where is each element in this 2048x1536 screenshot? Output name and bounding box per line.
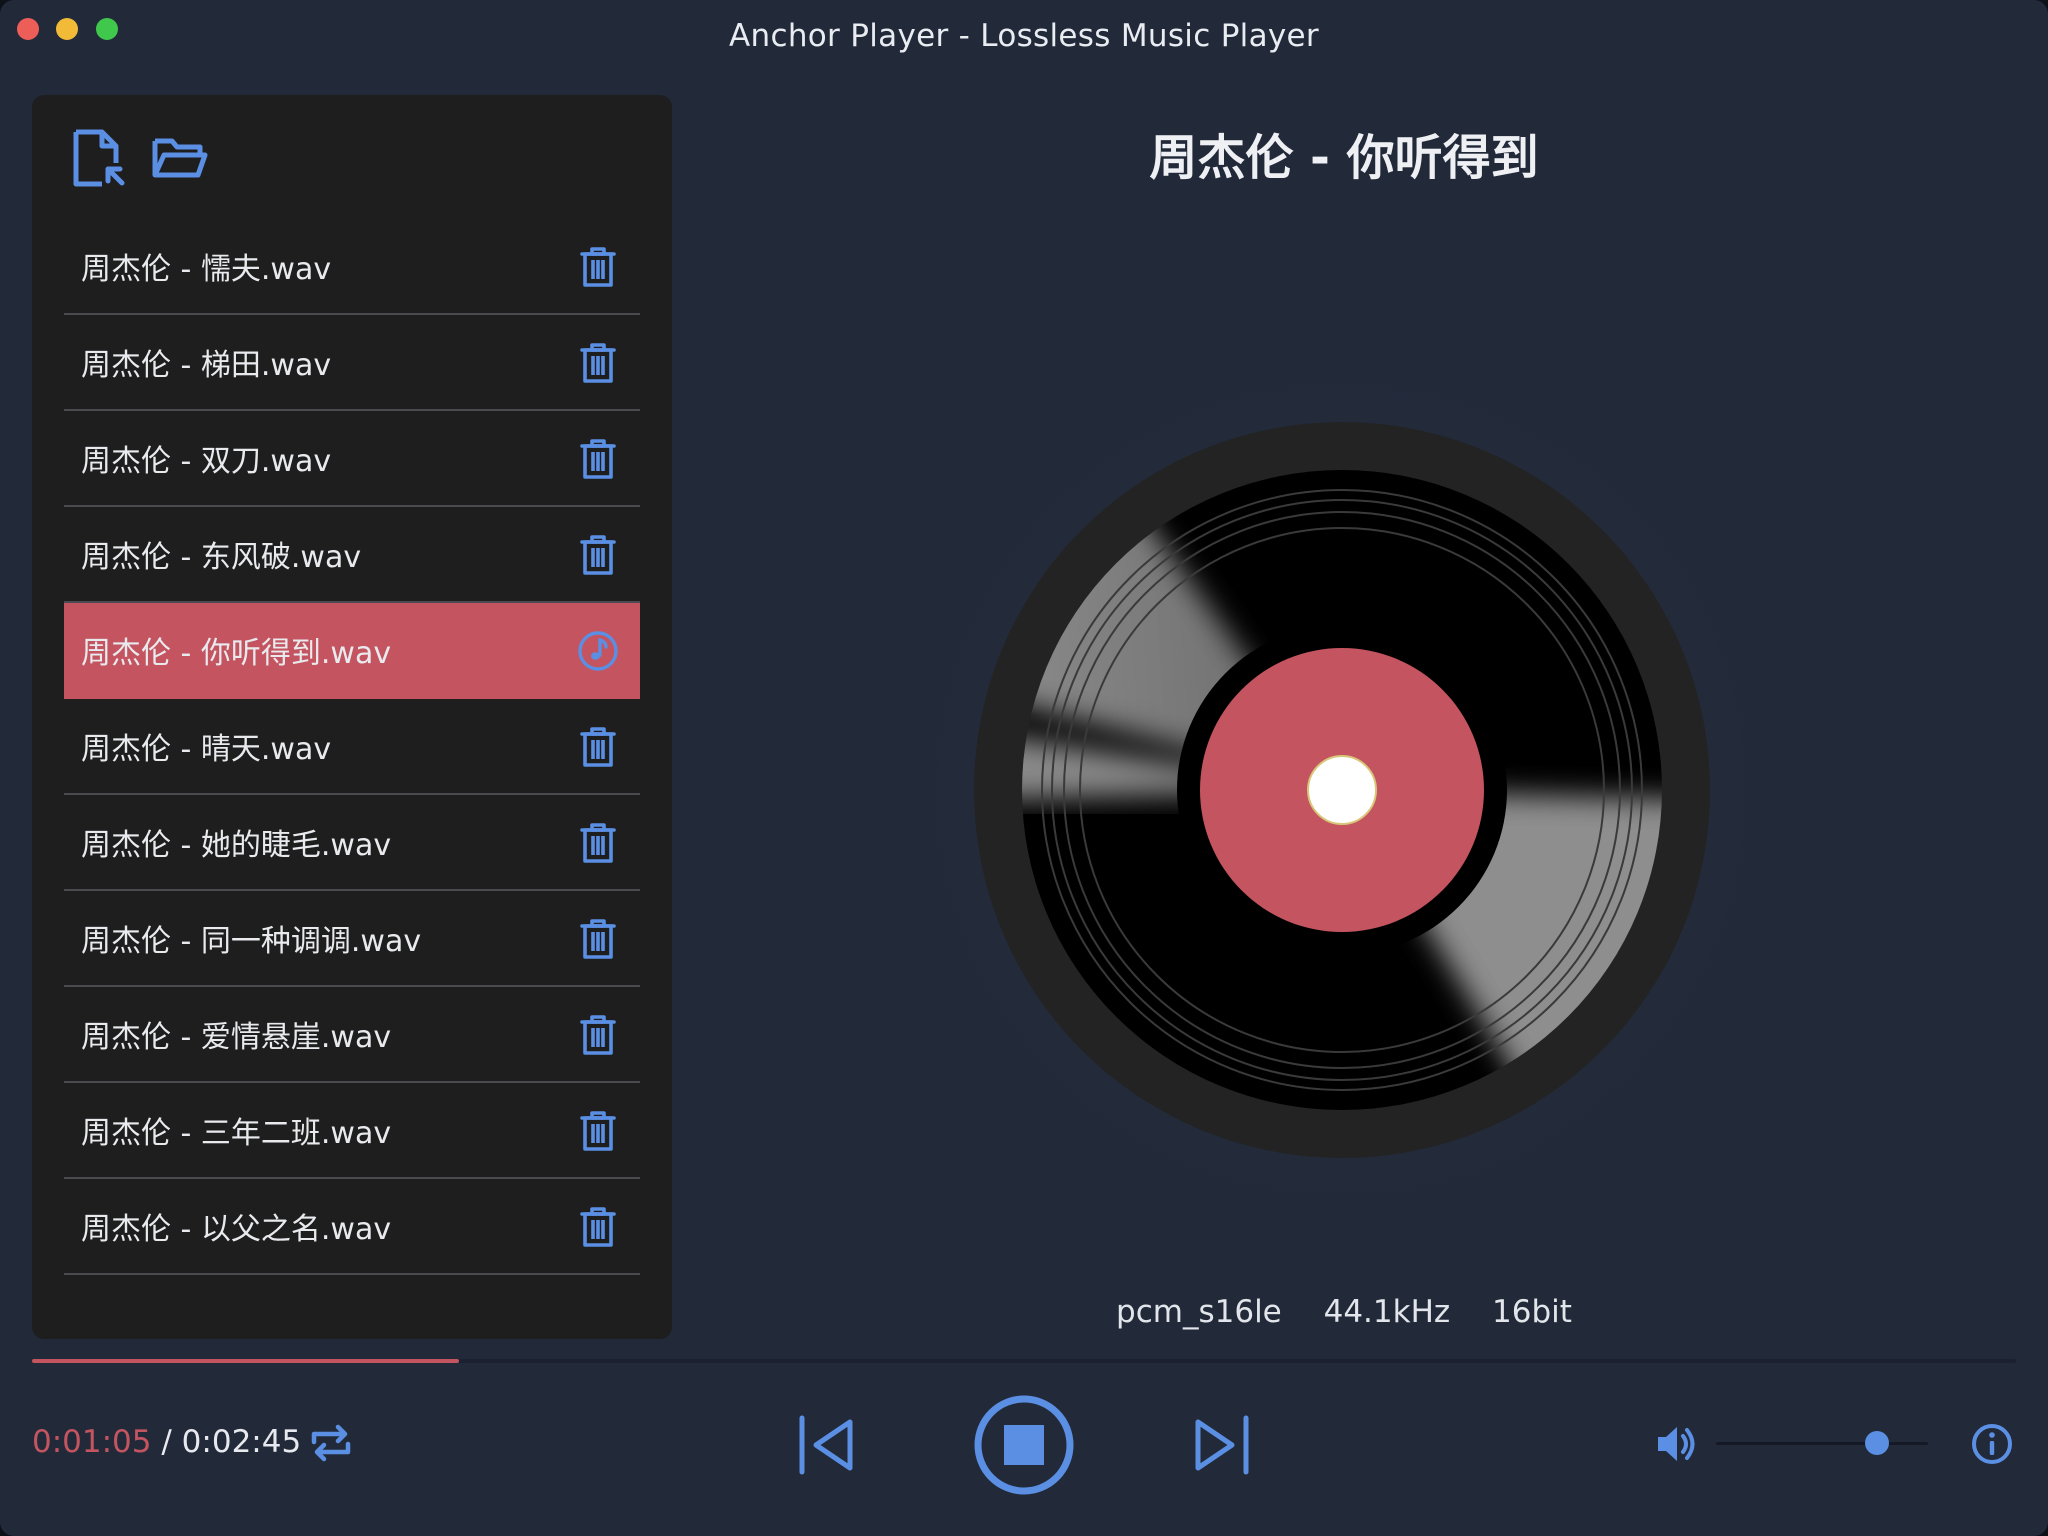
time-display: 0:01:05 / 0:02:45	[32, 1424, 301, 1460]
codec-label: pcm_s16le	[1116, 1294, 1282, 1330]
total-time: 0:02:45	[181, 1424, 302, 1460]
trash-icon[interactable]	[576, 437, 620, 481]
trash-icon[interactable]	[576, 1109, 620, 1153]
bit-depth-label: 16bit	[1492, 1294, 1572, 1330]
next-track-icon[interactable]	[1188, 1414, 1252, 1476]
app-window: Anchor Player - Lossless Music Player 周杰…	[0, 0, 2048, 1536]
playlist-item[interactable]: 周杰伦 - 双刀.wav	[64, 411, 640, 507]
volume-icon[interactable]	[1654, 1422, 1698, 1466]
playlist-item-label: 周杰伦 - 晴天.wav	[81, 732, 332, 767]
playlist-item-label: 周杰伦 - 双刀.wav	[81, 444, 332, 479]
trash-icon[interactable]	[576, 341, 620, 385]
playlist-item-label: 周杰伦 - 你听得到.wav	[81, 636, 392, 671]
playlist-item-label: 周杰伦 - 她的睫毛.wav	[81, 828, 392, 863]
playlist-item[interactable]: 周杰伦 - 三年二班.wav	[64, 1083, 640, 1179]
open-folder-icon[interactable]	[152, 129, 208, 189]
playlist-item-label: 周杰伦 - 同一种调调.wav	[81, 924, 422, 959]
stop-icon[interactable]	[973, 1394, 1075, 1496]
playlist-item-label: 周杰伦 - 梯田.wav	[81, 348, 332, 383]
progress-bar[interactable]	[32, 1359, 2016, 1363]
playlist-item[interactable]: 周杰伦 - 东风破.wav	[64, 507, 640, 603]
playlist-item[interactable]: 周杰伦 - 梯田.wav	[64, 315, 640, 411]
volume-slider-thumb[interactable]	[1865, 1431, 1890, 1455]
current-time: 0:01:05	[32, 1424, 152, 1460]
playlist-item-label: 周杰伦 - 东风破.wav	[81, 540, 362, 575]
playlist-item[interactable]: 周杰伦 - 同一种调调.wav	[64, 891, 640, 987]
sample-rate-label: 44.1kHz	[1323, 1294, 1451, 1330]
playlist-item[interactable]: 周杰伦 - 她的睫毛.wav	[64, 795, 640, 891]
title-bar: Anchor Player - Lossless Music Player	[0, 0, 2048, 80]
vinyl-spindle	[1307, 755, 1377, 825]
playlist-item-label: 周杰伦 - 懦夫.wav	[81, 252, 332, 287]
now-playing-title: 周杰伦 - 你听得到	[1149, 130, 1539, 186]
playlist-item-label: 周杰伦 - 以父之名.wav	[81, 1212, 392, 1247]
trash-icon[interactable]	[576, 533, 620, 577]
trash-icon[interactable]	[576, 725, 620, 769]
progress-fill	[32, 1359, 459, 1363]
vinyl-record	[830, 300, 1854, 1280]
playlist-item[interactable]: 周杰伦 - 懦夫.wav	[64, 219, 640, 315]
music-note-icon[interactable]	[576, 629, 620, 673]
trash-icon[interactable]	[576, 917, 620, 961]
previous-track-icon[interactable]	[796, 1414, 860, 1476]
repeat-icon[interactable]	[306, 1418, 356, 1468]
trash-icon[interactable]	[576, 1205, 620, 1249]
trash-icon[interactable]	[576, 245, 620, 289]
playlist-item[interactable]: 周杰伦 - 爱情悬崖.wav	[64, 987, 640, 1083]
add-file-icon[interactable]	[72, 129, 128, 189]
trash-icon[interactable]	[576, 1013, 620, 1057]
playlist-item[interactable]: 周杰伦 - 以父之名.wav	[64, 1179, 640, 1275]
trash-icon[interactable]	[576, 821, 620, 865]
window-title: Anchor Player - Lossless Music Player	[729, 18, 1319, 54]
playlist-item-label: 周杰伦 - 爱情悬崖.wav	[81, 1020, 392, 1055]
volume-slider[interactable]	[1716, 1431, 1928, 1455]
info-icon[interactable]	[1970, 1422, 2014, 1466]
audio-format-info: pcm_s16le 44.1kHz 16bit	[672, 1294, 2016, 1330]
playlist-item-active[interactable]: 周杰伦 - 你听得到.wav	[64, 603, 640, 699]
playlist-sidebar: 周杰伦 - 懦夫.wav 周杰伦 - 梯田.wav 周杰伦 - 双刀.wav 周杰伦 …	[32, 95, 672, 1339]
playlist-item[interactable]: 周杰伦 - 晴天.wav	[64, 699, 640, 795]
playlist-item-label: 周杰伦 - 三年二班.wav	[81, 1116, 392, 1151]
playlist: 周杰伦 - 懦夫.wav 周杰伦 - 梯田.wav 周杰伦 - 双刀.wav 周杰伦 …	[64, 219, 640, 1275]
time-separator: /	[151, 1424, 182, 1460]
